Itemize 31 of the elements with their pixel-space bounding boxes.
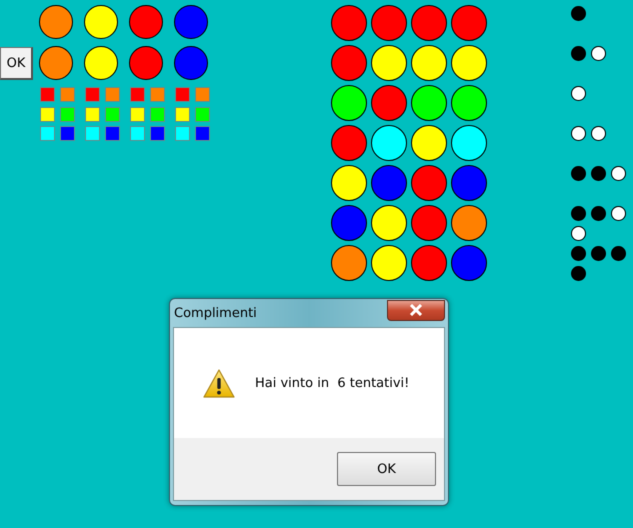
dialog-title: Complimenti — [174, 306, 257, 320]
color-swatch[interactable] — [195, 106, 210, 122]
color-swatch[interactable] — [175, 87, 190, 102]
color-swatch[interactable] — [175, 106, 190, 122]
close-icon — [409, 304, 423, 316]
color-swatch[interactable] — [150, 87, 165, 102]
color-swatch[interactable] — [130, 87, 145, 102]
color-swatch[interactable] — [175, 126, 190, 141]
color-swatch[interactable] — [195, 87, 210, 102]
color-swatch[interactable] — [85, 87, 100, 102]
color-swatch[interactable] — [130, 106, 145, 122]
color-swatch[interactable] — [60, 106, 75, 122]
ok-button[interactable]: OK — [337, 452, 436, 486]
ok-button[interactable]: OK — [0, 47, 33, 80]
color-swatch[interactable] — [85, 126, 100, 141]
warning-icon — [203, 368, 235, 398]
dialog-message: Hai vinto in 6 tentativi! — [255, 376, 410, 390]
color-swatch[interactable] — [60, 126, 75, 141]
color-swatch[interactable] — [60, 87, 75, 102]
close-button[interactable] — [387, 300, 445, 320]
color-swatch[interactable] — [130, 126, 145, 141]
color-swatch[interactable] — [40, 87, 55, 102]
color-swatch[interactable] — [150, 126, 165, 141]
color-swatch[interactable] — [105, 106, 120, 122]
color-swatch[interactable] — [40, 106, 55, 122]
color-swatch[interactable] — [40, 126, 55, 141]
color-swatch[interactable] — [105, 87, 120, 102]
color-swatch[interactable] — [105, 126, 120, 141]
color-swatch[interactable] — [85, 106, 100, 122]
color-swatch[interactable] — [150, 106, 165, 122]
color-swatch[interactable] — [195, 126, 210, 141]
